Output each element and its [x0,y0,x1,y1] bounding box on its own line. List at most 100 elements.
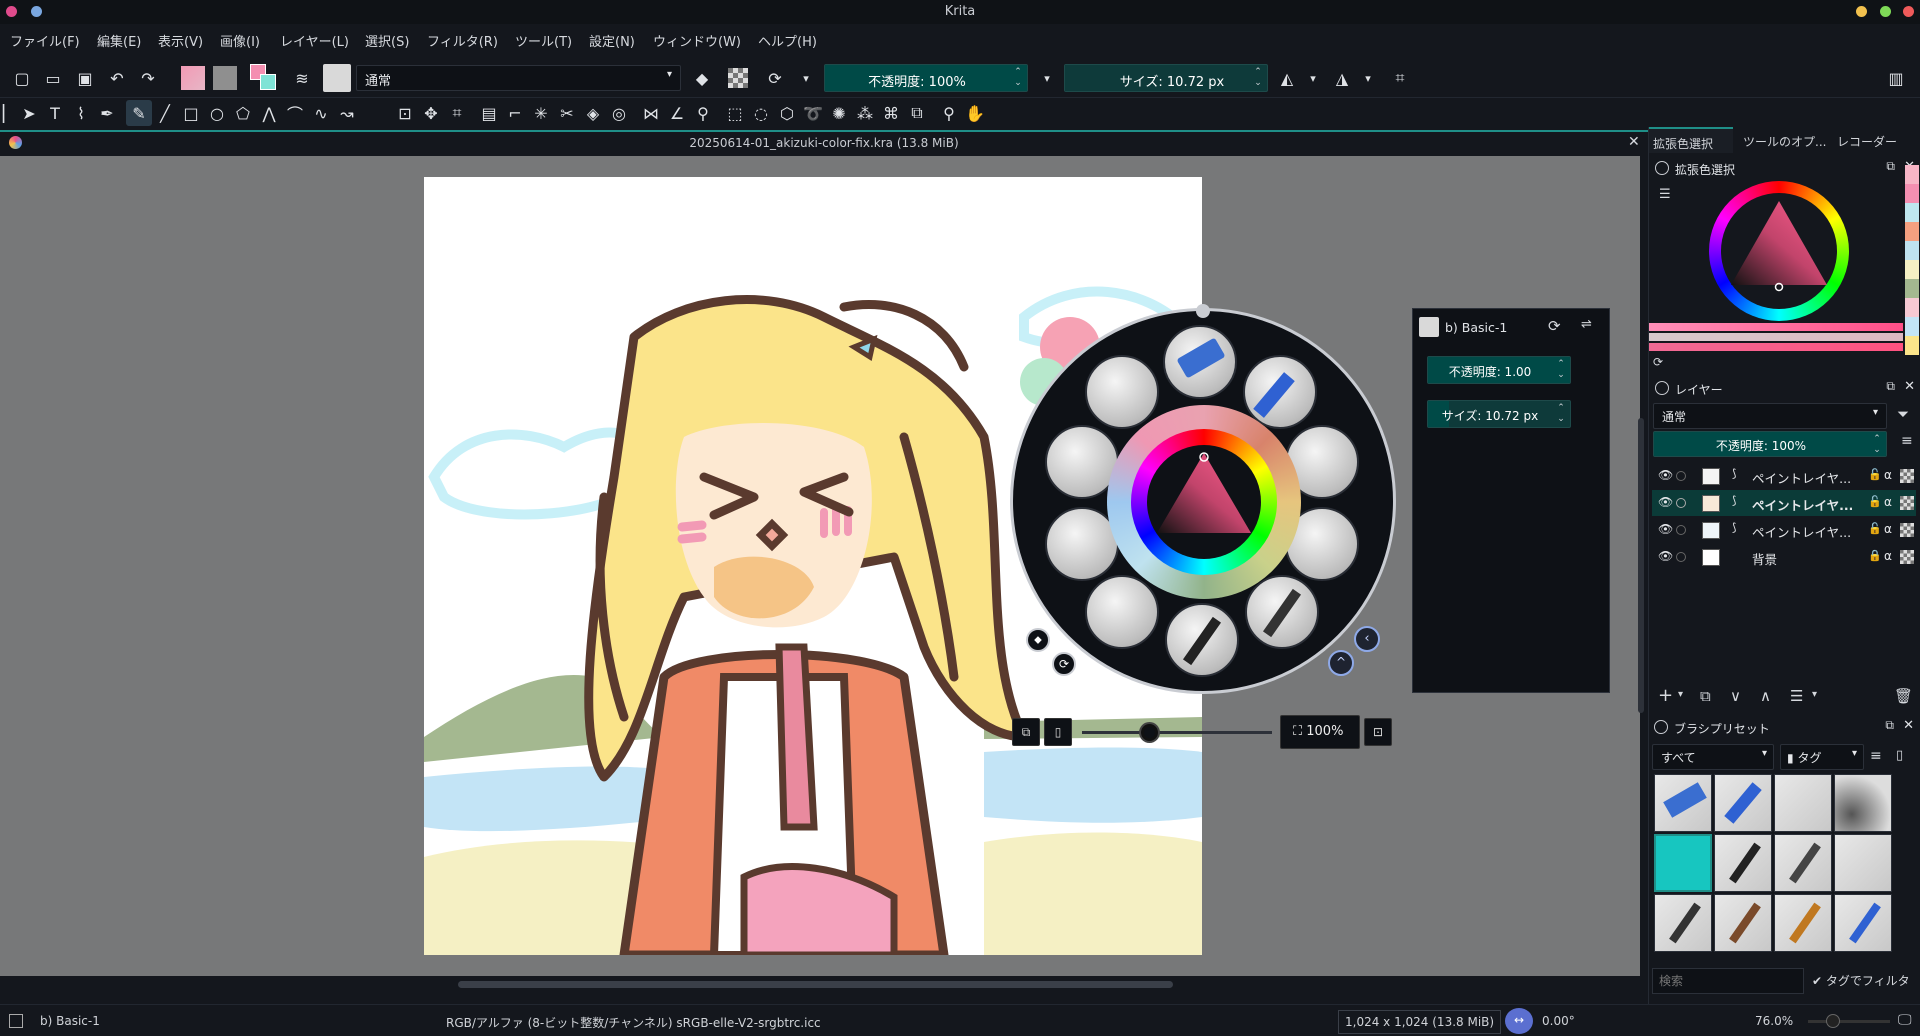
enclose-fill-icon[interactable]: ◎ [606,100,632,126]
layer-row[interactable]: 👁 ⟆ ペイントレイヤ... 🔓 α [1652,517,1916,543]
fill-tool-icon[interactable]: ◈ [580,100,606,126]
preset-pencil-icon[interactable] [1085,575,1159,649]
ellipse-select-icon[interactable]: ◌ [748,100,774,126]
filter-by-tag-checkbox[interactable]: ✔ タグでフィルタ [1812,972,1910,989]
menu-window[interactable]: ウィンドウ(W) [653,31,741,50]
preset-thumbnail[interactable] [1714,834,1772,892]
tab-advanced-color[interactable]: 拡張色選択 [1649,127,1733,153]
inherit-alpha-icon[interactable] [1900,469,1914,483]
preset-settings-icon[interactable]: ⇌ [1581,317,1592,332]
zoom-slider-track[interactable] [1082,731,1272,734]
brush-settings-icon[interactable]: ≋ [289,65,315,91]
menu-help[interactable]: ヘルプ(H) [758,31,817,50]
preset-thumbnail-selected[interactable] [1654,834,1712,892]
rotation-icon[interactable]: ↔ [1505,1008,1533,1034]
chevron-down-icon[interactable]: ▾ [1678,689,1683,700]
alpha-icon[interactable]: α [1884,495,1892,509]
redo-icon[interactable]: ↷ [135,65,161,91]
visibility-icon[interactable]: 👁 [1658,522,1673,536]
move-tool-icon[interactable]: ✥ [418,100,444,126]
freehand-brush-icon[interactable]: ✎ [126,100,152,126]
layer-row[interactable]: 👁 背景 🔒 α [1652,544,1916,570]
contiguous-select-icon[interactable]: ✺ [826,100,852,126]
undo-icon[interactable]: ↶ [104,65,130,91]
status-image-size[interactable]: 1,024 x 1,024 (13.8 MiB) [1338,1010,1502,1034]
zoom-value-box[interactable]: ⛶ 100% [1280,715,1360,749]
assistant-tool-icon[interactable]: ⋈ [638,100,664,126]
smart-patch-icon[interactable]: ✳ [528,100,554,126]
reload-preset-icon[interactable]: ⟳ [762,65,788,91]
mirror-horizontal-icon[interactable]: ◭ [1274,65,1300,91]
open-folder-icon[interactable]: ▭ [40,65,66,91]
measure-tool-icon[interactable]: ∠ [664,100,690,126]
move-layer-down-icon[interactable]: ∨ [1730,687,1741,705]
size-slider[interactable]: サイズ: 10.72 px ⌃ ⌄ [1064,64,1268,92]
delete-layer-icon[interactable]: 🗑 [1894,687,1913,705]
chevron-up-icon[interactable]: ^ [1328,650,1354,676]
inherit-alpha-icon[interactable] [1900,496,1914,510]
text-tool-icon[interactable]: T [42,100,68,126]
polyline-tool-icon[interactable]: ⋀ [256,100,282,126]
palette-top-handle[interactable] [1196,304,1210,318]
rectangle-tool-icon[interactable]: □ [178,100,204,126]
preset-thumbnail[interactable] [1714,894,1772,952]
magnetic-select-icon[interactable]: ⧉ [904,100,930,126]
zoom-tool-icon[interactable]: ⚲ [936,100,962,126]
reference-tool-icon[interactable]: ⚲ [690,100,716,126]
polygon-select-icon[interactable]: ⬡ [774,100,800,126]
layer-properties-icon[interactable]: ☰ [1790,687,1803,705]
preset-search-input[interactable] [1652,968,1804,994]
brush-size-slider[interactable]: サイズ: 10.72 px ⌃ ⌄ [1427,400,1571,428]
close-button[interactable] [1903,6,1914,17]
value-strip[interactable] [1649,333,1903,341]
layer-blend-mode-select[interactable]: 通常 ▾ [1653,403,1887,429]
refresh-icon[interactable]: ⟳ [1653,355,1663,369]
zoom-slider-handle[interactable] [1140,724,1158,741]
rect-select-icon[interactable]: ⬚ [722,100,748,126]
transform-tool-icon[interactable]: ⊡ [392,100,418,126]
gradient-swatch[interactable] [181,66,205,90]
alpha-icon[interactable]: α [1884,549,1892,563]
lock-icon[interactable] [1655,161,1669,175]
preset-thumbnail[interactable] [1714,774,1772,832]
freehand-path-icon[interactable]: ∿ [308,100,334,126]
visibility-icon[interactable]: 👁 [1658,468,1673,482]
preset-eraser-icon[interactable] [1163,325,1237,399]
polygon-tool-icon[interactable]: ⬠ [230,100,256,126]
line-tool-icon[interactable]: ╱ [152,100,178,126]
preset-thumbnail[interactable] [1774,774,1832,832]
add-layer-icon[interactable]: + [1658,685,1673,706]
menu-layer[interactable]: レイヤー(L) [280,31,349,50]
bezier-select-icon[interactable]: ⌘ [878,100,904,126]
colorize-mask-icon[interactable]: ✂ [554,100,580,126]
brush-size-spin[interactable]: ⌃ ⌄ [1554,403,1568,425]
dynamic-brush-icon[interactable]: ↝ [334,100,360,126]
menu-filter[interactable]: フィルタ(R) [427,31,498,50]
preset-thumbnail[interactable] [1654,894,1712,952]
opacity-slider[interactable]: 不透明度: 100% ⌃ ⌄ [824,64,1028,92]
display-icon[interactable]: 🖵 [1898,1012,1912,1028]
color-history-strip[interactable] [1905,165,1919,355]
preset-thumbnail[interactable] [1834,834,1892,892]
popup-palette[interactable] [1010,304,1396,694]
horizontal-scrollbar[interactable] [458,981,1173,988]
onion-skin-icon[interactable] [1676,552,1686,562]
status-zoom-slider[interactable] [1808,1020,1890,1023]
chevron-down-icon[interactable]: ▾ [1300,65,1326,91]
opacity-spin[interactable]: ⌃ ⌄ [1011,67,1025,89]
filter-icon[interactable]: ⏷ [1897,405,1909,423]
menu-settings[interactable]: 設定(N) [589,31,635,50]
menu-view[interactable]: 表示(V) [158,31,203,50]
selector-settings-icon[interactable]: ☰ [1659,187,1671,202]
alpha-lock-icon[interactable] [728,68,748,88]
preset-marker-icon[interactable] [1243,355,1317,429]
duplicate-layer-icon[interactable]: ⧉ [1700,687,1711,705]
gradient-tool-icon[interactable]: ▤ [476,100,502,126]
inherit-alpha-icon[interactable] [1900,550,1914,564]
preset-ink-pen-icon[interactable] [1245,575,1319,649]
preset-view-menu-icon[interactable]: ≡ [1870,748,1882,764]
close-document-icon[interactable]: ✕ [1628,134,1640,150]
float-icon[interactable]: ⧉ [1885,718,1894,733]
zoom-fit-icon[interactable]: ⊡ [1364,718,1392,746]
status-zoom-handle[interactable] [1826,1014,1840,1028]
